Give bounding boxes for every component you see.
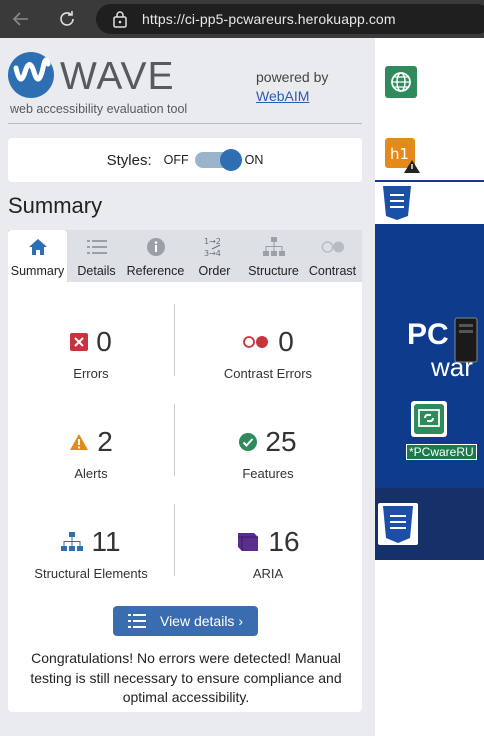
features-label: Features: [242, 466, 294, 481]
divider: [8, 123, 362, 124]
browser-toolbar: https://ci-pp5-pcwareurs.herokuapp.com: [0, 0, 484, 38]
features-count: 25: [265, 426, 297, 457]
contrast-error-icon: [243, 336, 269, 348]
tab-summary[interactable]: Summary: [8, 230, 67, 282]
hero-pc-text: PC: [407, 318, 449, 351]
tab-label: Order: [198, 264, 231, 278]
tab-reference[interactable]: Reference: [126, 230, 185, 282]
tab-label: Reference: [126, 264, 185, 278]
home-icon: [26, 236, 50, 258]
aria-label: ARIA: [252, 566, 284, 581]
page-preview: h1 PC war *PCwareRU: [375, 38, 484, 736]
styles-toggle[interactable]: [194, 149, 242, 171]
computer-tower-icon: [454, 317, 478, 363]
wave-logo[interactable]: WAVE web accessibility evaluation tool p…: [8, 52, 368, 122]
congratulations-message: Congratulations! No errors were detected…: [30, 650, 342, 705]
computer-image: [453, 316, 481, 369]
alt-text-label: *PCwareRU: [406, 444, 477, 460]
wave-sidebar: WAVE web accessibility evaluation tool p…: [0, 38, 375, 736]
powered-by: powered by WebAIM: [256, 68, 328, 106]
contrast-errors-label: Contrast Errors: [223, 366, 313, 381]
structure-icon: [262, 236, 286, 258]
stat-contrast-errors[interactable]: 0 Contrast Errors: [174, 324, 362, 381]
svg-text:3→4: 3→4: [204, 249, 221, 258]
page-header-border: [375, 180, 484, 182]
order-icon: 1→2 3→4: [203, 236, 227, 258]
heading-alert-icon: h1: [385, 138, 420, 173]
view-details-button[interactable]: View details ›: [113, 606, 258, 636]
error-icon: [70, 333, 89, 351]
tab-label: Summary: [10, 264, 65, 278]
structure-icon: [61, 532, 84, 551]
structural-count: 11: [91, 526, 121, 557]
aria-icon: [238, 533, 259, 551]
tab-label: Structure: [248, 264, 299, 278]
stat-aria[interactable]: 16 ARIA: [174, 524, 362, 581]
aria-count: 16: [268, 526, 300, 557]
tab-label: Contrast: [308, 264, 357, 278]
list-icon: [85, 236, 109, 258]
contrast-errors-count: 0: [278, 326, 294, 357]
tab-order[interactable]: 1→2 3→4 Order: [185, 230, 244, 282]
webaim-link[interactable]: WebAIM: [256, 88, 309, 104]
info-icon: [144, 236, 168, 258]
language-badge[interactable]: [385, 66, 417, 103]
styles-off-label: OFF: [163, 153, 189, 167]
structural-label: Structural Elements: [34, 566, 148, 581]
linked-image-icon: [411, 401, 447, 437]
feature-check-icon: [239, 433, 258, 451]
errors-label: Errors: [73, 366, 109, 381]
wave-logo-icon: [8, 52, 54, 98]
h1-alert-badge[interactable]: h1: [385, 138, 421, 179]
errors-count: 0: [96, 326, 112, 357]
h1-text: h1: [390, 145, 409, 163]
structure-badge[interactable]: [379, 184, 415, 227]
tab-bar: Summary Details Reference 1→2 3→4 Order S…: [8, 230, 362, 282]
tab-contrast[interactable]: Contrast: [303, 230, 362, 282]
toggle-knob: [219, 149, 242, 171]
lock-icon: [113, 11, 127, 28]
styles-on-label: ON: [244, 153, 264, 167]
url-text: https://ci-pp5-pcwareurs.herokuapp.com: [142, 11, 396, 27]
alert-icon: [70, 434, 89, 450]
list-icon: [127, 614, 146, 628]
stat-features[interactable]: 25 Features: [174, 424, 362, 481]
svg-text:1→2: 1→2: [204, 237, 221, 246]
tab-details[interactable]: Details: [67, 230, 126, 282]
alerts-label: Alerts: [74, 466, 108, 481]
alerts-count: 2: [97, 426, 113, 457]
tab-structure[interactable]: Structure: [244, 230, 303, 282]
html5-icon: [379, 184, 415, 222]
linked-image-badge[interactable]: [410, 400, 448, 443]
stat-structural-elements[interactable]: 11 Structural Elements: [8, 524, 174, 581]
wave-logo-subtitle: web accessibility evaluation tool: [10, 102, 188, 116]
tab-label: Details: [77, 264, 116, 278]
powered-by-text: powered by: [256, 69, 329, 85]
styles-label: Styles:: [106, 151, 152, 169]
wave-logo-text: WAVE: [60, 55, 175, 98]
summary-heading: Summary: [8, 193, 103, 218]
contrast-icon: [321, 236, 345, 258]
globe-icon: [385, 66, 417, 98]
reload-icon: [60, 11, 74, 26]
reload-button[interactable]: [52, 4, 82, 34]
stat-alerts[interactable]: 2 Alerts: [8, 424, 174, 481]
structure-badge-2[interactable]: [377, 502, 419, 551]
html5-icon: [378, 503, 418, 545]
view-details-label: View details ›: [159, 613, 243, 629]
stat-errors[interactable]: 0 Errors: [8, 324, 174, 381]
address-bar[interactable]: https://ci-pp5-pcwareurs.herokuapp.com: [96, 4, 484, 34]
arrow-left-icon: [12, 12, 28, 26]
back-button[interactable]: [6, 4, 36, 34]
summary-panel: 0 Errors 0 Contrast Errors 2 Alerts 25 F…: [8, 282, 362, 712]
styles-toggle-box: Styles: OFF ON: [8, 138, 362, 182]
